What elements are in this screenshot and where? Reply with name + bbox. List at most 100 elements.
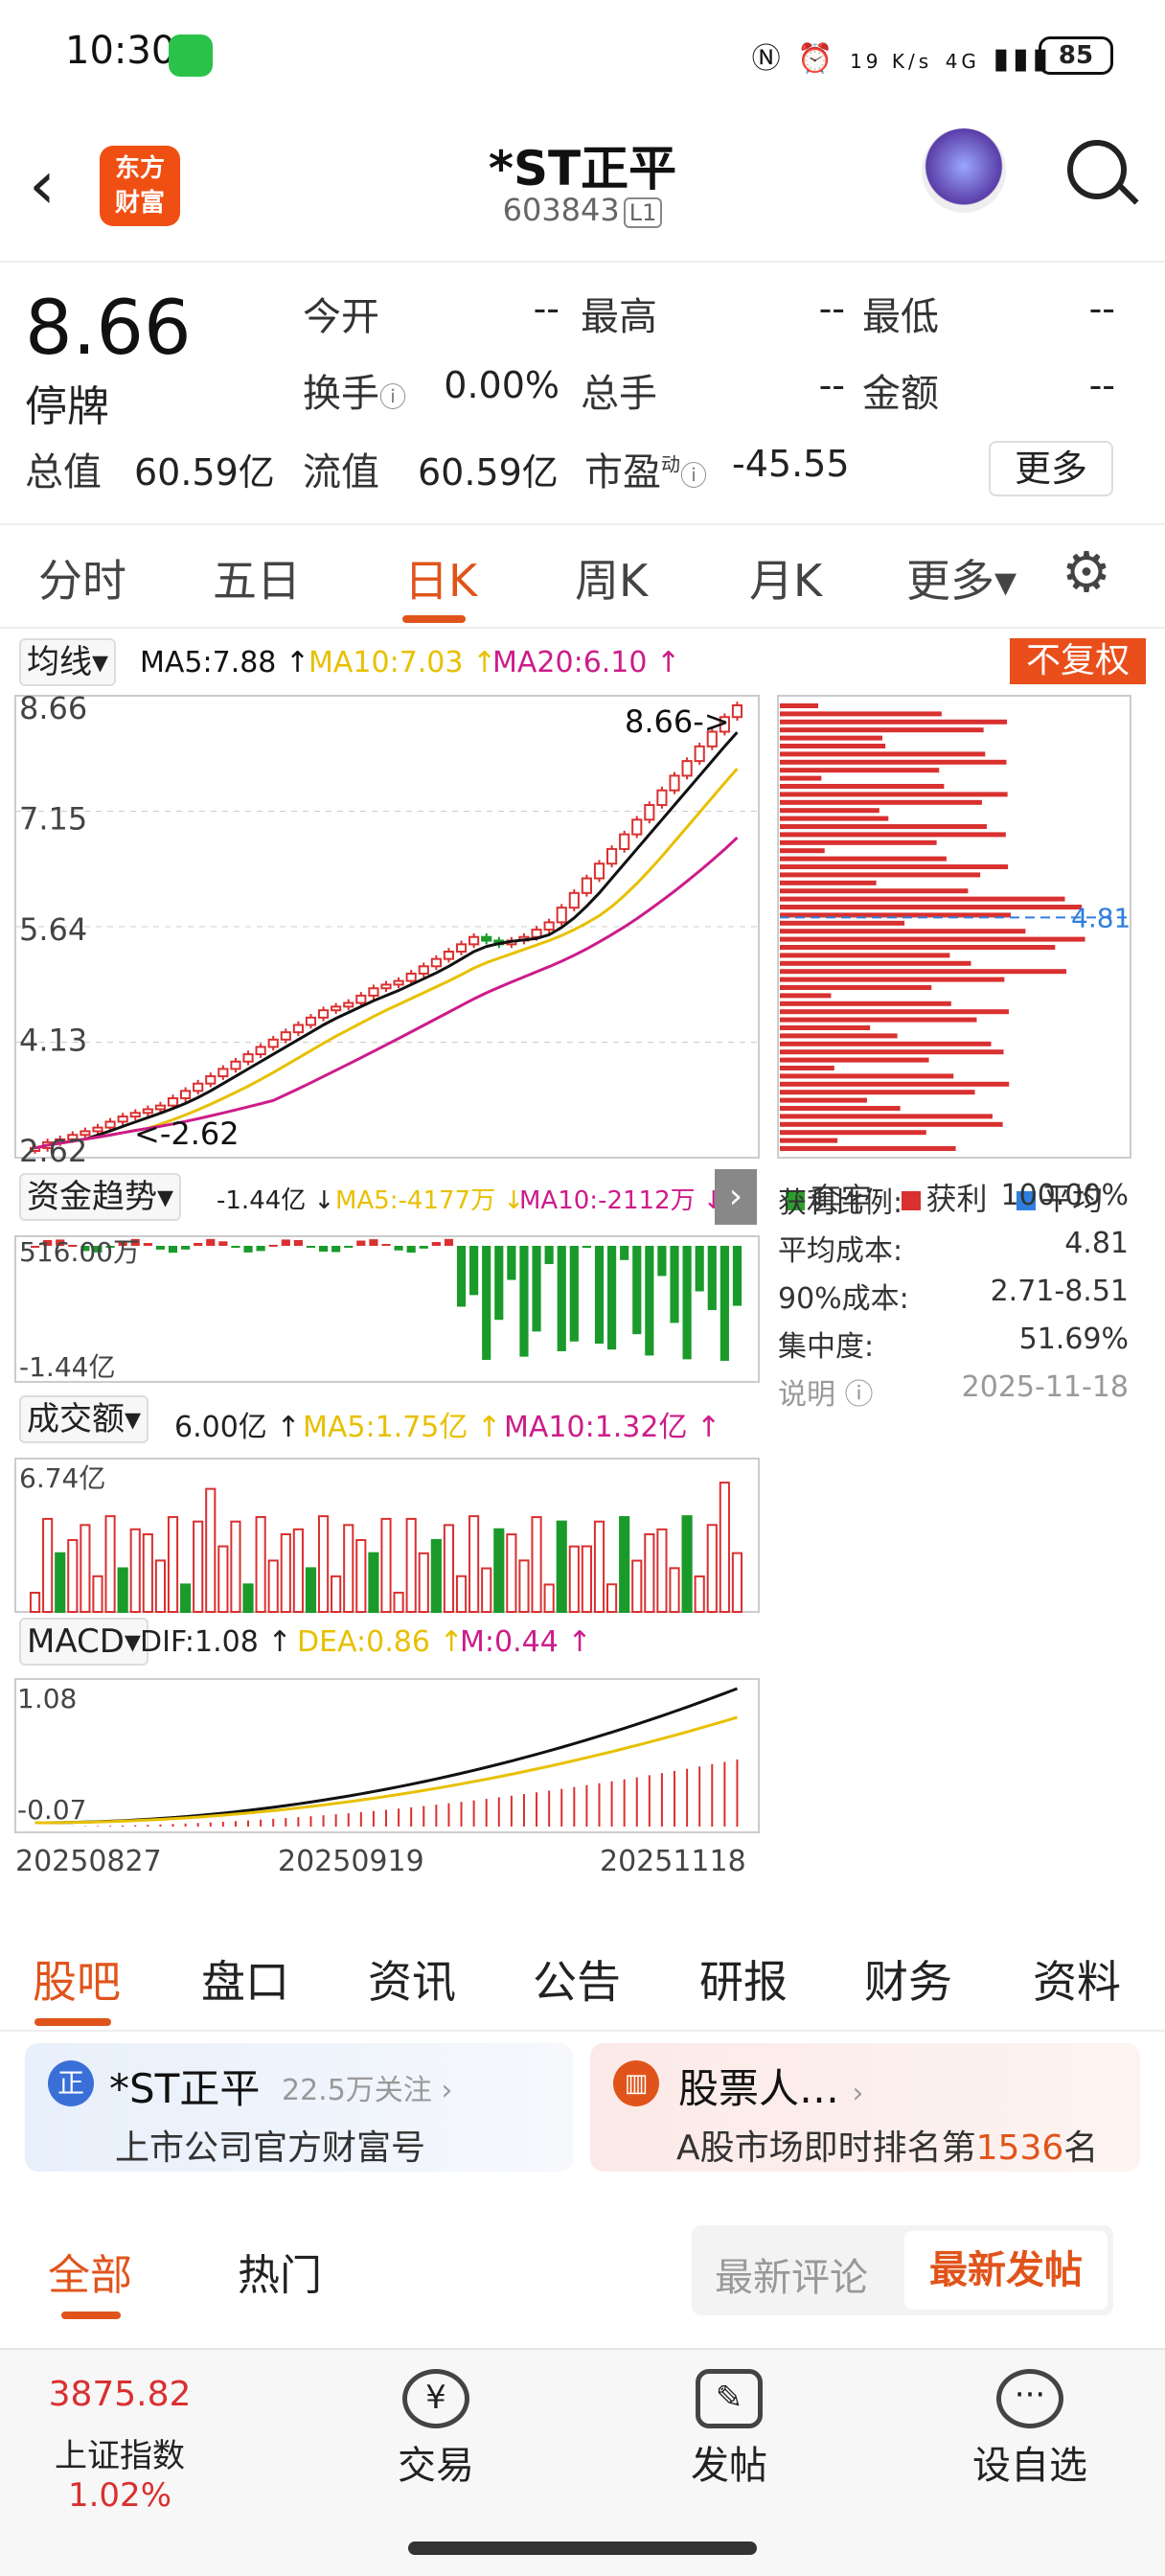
tab-monthly-k[interactable]: 月K [749, 546, 822, 610]
latest-post-option[interactable]: 最新发帖 [904, 2231, 1108, 2310]
chip-bar [780, 1041, 992, 1046]
candle-body [317, 1009, 330, 1019]
tab-weekly-k[interactable]: 周K [575, 546, 648, 610]
ma5-value: MA5:7.88 ↑ [140, 646, 310, 679]
chip-bar [780, 1146, 956, 1151]
amount-bar [67, 1538, 79, 1613]
tab-pankou[interactable]: 盘口 [201, 1947, 289, 2011]
amount-bar [669, 1567, 680, 1614]
info-icon: ⓘ [379, 381, 407, 413]
active-tab-indicator [402, 615, 466, 623]
chip-bar [780, 1130, 926, 1136]
amount-bar [418, 1552, 429, 1614]
candle-body [242, 1053, 254, 1063]
search-icon[interactable] [1067, 140, 1127, 199]
index-label: 上证指数 1.02% [55, 2437, 185, 2515]
net-speed: 19 K/s [850, 50, 933, 73]
tab-research[interactable]: 研报 [699, 1947, 788, 2011]
amount-bar [731, 1552, 743, 1613]
turnover-label: 换手ⓘ [303, 372, 407, 416]
amount-bar [104, 1515, 116, 1613]
ranking-card[interactable]: ▥ 股票人… › A股市场即时排名第1536名 [590, 2043, 1140, 2172]
battery-icon: 85 [1039, 36, 1113, 75]
chip-bar [780, 1025, 871, 1030]
tab-news[interactable]: 资讯 [368, 1947, 456, 2011]
macd-tick-label: -0.07 [17, 1794, 86, 1826]
chip-bar [780, 711, 942, 717]
index-ticker[interactable]: 3875.82 上证指数 1.02% [0, 2350, 240, 2515]
amount-bar [405, 1517, 417, 1613]
fund-bar [181, 1246, 191, 1250]
post-filter-tabs: 全部 热门 最新评论 最新发帖 [0, 2204, 1165, 2319]
fund-bar [231, 1246, 240, 1249]
chip-row: 平均成本: 4.81 [778, 1227, 1129, 1268]
add-watchlist-button[interactable]: ··· 设自选 [939, 2350, 1121, 2490]
home-indicator [408, 2542, 757, 2555]
ma20-value: MA20:6.10 ↑ [492, 646, 681, 679]
candle-body [230, 1060, 241, 1070]
amount-bar [355, 1539, 367, 1614]
tab-five-day[interactable]: 五日 [213, 546, 301, 610]
chip-bar [780, 1033, 898, 1039]
chip-bar [780, 896, 1065, 902]
index-value: 3875.82 [48, 2375, 192, 2414]
candle-body [531, 929, 542, 938]
chip-bar [780, 792, 1008, 797]
tab-all[interactable]: 全部 [48, 2241, 132, 2302]
current-price: 8.66 [25, 286, 192, 372]
tab-daily-k[interactable]: 日K [404, 546, 477, 610]
fund-bar [256, 1246, 265, 1252]
chip-row: 说明 ⓘ 2025-11-18 [778, 1370, 1129, 1412]
no-adjust-button[interactable]: 不复权 [1010, 638, 1146, 684]
assistant-avatar-icon[interactable] [922, 128, 1006, 213]
latest-comment-option[interactable]: 最新评论 [715, 2246, 868, 2302]
amount-label: 金额 [862, 372, 939, 416]
post-button[interactable]: ✎ 发帖 [648, 2350, 811, 2490]
fund-bar [532, 1246, 541, 1332]
ma-selector[interactable]: 均线▾ [19, 638, 117, 686]
float-value: 60.59亿 [418, 451, 559, 494]
amount-bar [481, 1567, 492, 1614]
more-quote-button[interactable]: 更多 [989, 441, 1113, 496]
candle-body [430, 957, 442, 968]
fund-bar [582, 1246, 591, 1249]
amount-bar [343, 1524, 354, 1613]
fund-bar [168, 1246, 178, 1254]
chip-bar [780, 1066, 834, 1070]
tab-more[interactable]: 更多▾ [906, 546, 1017, 610]
content-tabs: 股吧 盘口 资讯 公告 研报 财务 资料 [0, 1926, 1165, 2032]
candle-body [380, 983, 392, 990]
amount-bar [317, 1515, 330, 1614]
chip-bar [780, 735, 882, 741]
tab-hot[interactable]: 热门 [238, 2241, 322, 2302]
candle-body [455, 943, 468, 954]
tab-announcement[interactable]: 公告 [533, 1947, 621, 2011]
fund-bar [406, 1246, 416, 1254]
tab-guba[interactable]: 股吧 [33, 1947, 121, 2011]
y-tick-label: 8.66 [19, 692, 87, 726]
level-badge: L1 [623, 197, 663, 228]
chip-bar [780, 1017, 977, 1023]
chip-bar [780, 703, 818, 708]
fund-selector[interactable]: 资金趋势▾ [19, 1173, 182, 1221]
active-tab-indicator [34, 2018, 111, 2026]
tab-intraday[interactable]: 分时 [38, 546, 126, 610]
candle-body [568, 891, 580, 909]
amount-bar [518, 1559, 530, 1613]
stock-header: ‹ 东方 财富 *ST正平 603843 L1 [0, 113, 1165, 263]
company-account-card[interactable]: 正 *ST正平 22.5万关注 › 上市公司官方财富号 [25, 2043, 573, 2172]
expand-arrow-icon[interactable]: › [715, 1169, 757, 1225]
amount-selector[interactable]: 成交额▾ [19, 1395, 149, 1443]
tab-finance[interactable]: 财务 [864, 1947, 952, 2011]
volume-value: -- [818, 364, 845, 406]
amount-bar [694, 1575, 705, 1613]
gear-icon[interactable]: ⚙ [1062, 544, 1111, 600]
macd-selector[interactable]: MACD▾ [19, 1618, 148, 1666]
amount-bar [267, 1559, 279, 1613]
tab-profile[interactable]: 资料 [1033, 1947, 1121, 2011]
candle-body [556, 907, 567, 924]
amount-bar [380, 1517, 392, 1614]
trade-button[interactable]: ¥ 交易 [354, 2350, 517, 2490]
fund-bar [557, 1246, 566, 1351]
chip-bar [780, 1097, 867, 1103]
